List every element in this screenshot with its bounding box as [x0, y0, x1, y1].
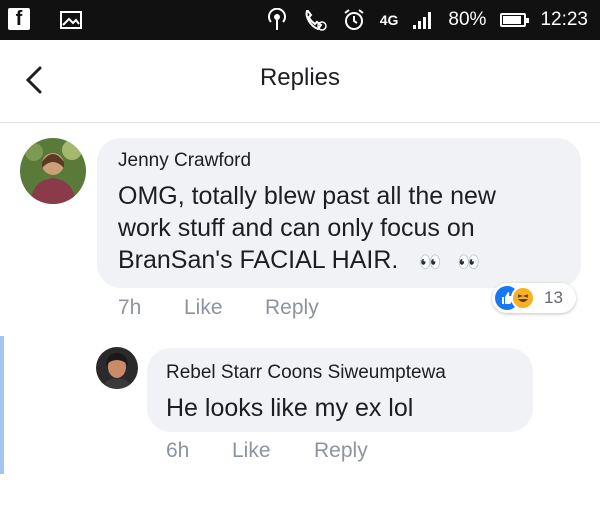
hotspot-icon — [266, 8, 288, 32]
reply-reply-button[interactable]: Reply — [314, 439, 368, 463]
comment-author[interactable]: Jenny Crawford — [118, 150, 251, 172]
network-type: 4G — [379, 12, 399, 28]
status-icons: 4G 80% 12:23 — [266, 0, 588, 40]
comment-reply-button[interactable]: Reply — [265, 296, 319, 320]
header: Replies — [0, 40, 600, 123]
reply-avatar[interactable] — [96, 347, 138, 389]
haha-reaction-icon — [511, 286, 535, 310]
comment-meta: 7h Like Reply — [118, 296, 378, 322]
facebook-icon: f — [8, 8, 30, 30]
reaction-summary[interactable]: 13 — [492, 283, 576, 313]
reply-author[interactable]: Rebel Starr Coons Siweumptewa — [166, 362, 446, 384]
battery-percent: 80% — [448, 9, 487, 30]
status-bar: f 4G 80% 12:23 — [0, 0, 600, 40]
comment-time: 7h — [118, 296, 142, 319]
page-title: Replies — [259, 64, 341, 91]
comment-text: OMG, totally blew past all the new work … — [118, 180, 538, 278]
alarm-icon — [342, 8, 366, 32]
reply-meta: 6h Like Reply — [166, 439, 426, 465]
reply-text: He looks like my ex lol — [166, 394, 414, 422]
call-icon — [302, 8, 328, 32]
battery-icon — [500, 13, 530, 27]
signal-icon — [412, 10, 434, 30]
reaction-count: 13 — [544, 288, 563, 307]
reply-like-button[interactable]: Like — [232, 439, 271, 463]
thread-indicator — [0, 336, 4, 474]
avatar[interactable] — [20, 138, 86, 204]
clock: 12:23 — [540, 9, 588, 30]
eyes-emoji: 👀 👀 — [419, 252, 483, 272]
reply-time: 6h — [166, 439, 190, 462]
image-icon — [60, 0, 82, 40]
comment-like-button[interactable]: Like — [184, 296, 223, 320]
